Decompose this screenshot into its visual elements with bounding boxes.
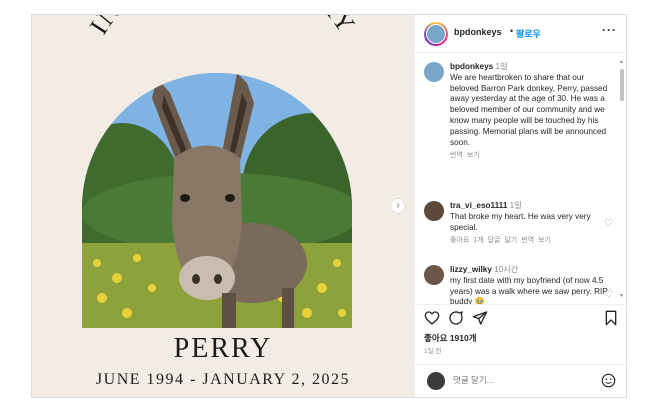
- likes-count[interactable]: 좋아요 1910개: [424, 332, 477, 344]
- next-image-button[interactable]: ›: [390, 198, 406, 214]
- caption-username[interactable]: bpdonkeys: [450, 62, 493, 71]
- translate-link[interactable]: 번역 보기: [450, 151, 610, 162]
- emoji-icon[interactable]: [601, 373, 616, 388]
- scroll-down-icon[interactable]: ▼: [619, 293, 624, 299]
- comment-time: 1일: [509, 201, 522, 210]
- avatar[interactable]: [424, 201, 444, 221]
- post-image[interactable]: IN LOVING MEMORY: [32, 15, 414, 397]
- current-user-avatar: [427, 372, 445, 390]
- comment-input[interactable]: [453, 375, 593, 385]
- scroll-up-icon[interactable]: ▲: [619, 59, 624, 65]
- donkey-photo: [82, 73, 352, 328]
- more-options-icon[interactable]: ···: [602, 23, 617, 37]
- follow-button[interactable]: 팔로우: [516, 27, 541, 40]
- comment-meta[interactable]: 좋아요 1개 답글 달기 번역 보기: [450, 236, 610, 247]
- donkey-name: PERRY: [173, 333, 273, 364]
- comment-text: my first date with my boyfriend (of now …: [450, 275, 608, 304]
- author-avatar[interactable]: [424, 22, 448, 46]
- like-comment-heart-icon[interactable]: ♡: [604, 219, 614, 229]
- like-heart-icon[interactable]: [424, 310, 440, 326]
- post-actions: 좋아요 1910개 1일 전: [415, 304, 628, 364]
- comment-username[interactable]: lizzy_wilky: [450, 265, 492, 274]
- comment-time: 10시간: [494, 265, 519, 274]
- author-username[interactable]: bpdonkeys: [454, 27, 502, 37]
- add-comment-bar: [415, 364, 628, 397]
- like-comment-heart-icon[interactable]: ♡: [604, 290, 614, 300]
- memorial-heading-text: IN LOVING MEMORY: [84, 15, 360, 39]
- comments-scrollbar[interactable]: ▲ ▼: [619, 59, 624, 299]
- scrollbar-thumb[interactable]: [620, 69, 624, 101]
- comment-bubble-icon[interactable]: [448, 310, 464, 326]
- instagram-post-dialog: IN LOVING MEMORY: [31, 14, 628, 398]
- avatar[interactable]: [424, 62, 444, 82]
- caption-text: We are heartbroken to share that our bel…: [450, 72, 608, 147]
- post-side-panel: bpdonkeys • 팔로우 ··· bpdonkeys 1일 We are …: [414, 15, 628, 397]
- life-dates: JUNE 1994 - JANUARY 2, 2025: [95, 371, 351, 388]
- comment-username[interactable]: tra_vi_eso1111: [450, 201, 507, 210]
- comments-list[interactable]: bpdonkeys 1일 We are heartbroken to share…: [415, 54, 628, 304]
- post-header: bpdonkeys • 팔로우 ···: [415, 15, 627, 53]
- svg-text:IN LOVING MEMORY: IN LOVING MEMORY: [84, 15, 362, 39]
- save-bookmark-icon[interactable]: [603, 310, 619, 326]
- avatar[interactable]: [424, 265, 444, 285]
- caption-time: 1일: [495, 62, 508, 71]
- header-separator: •: [510, 26, 514, 36]
- post-date: 1일 전: [424, 348, 442, 355]
- share-send-icon[interactable]: [472, 310, 488, 326]
- comment-text: That broke my heart. He was very very sp…: [450, 211, 591, 232]
